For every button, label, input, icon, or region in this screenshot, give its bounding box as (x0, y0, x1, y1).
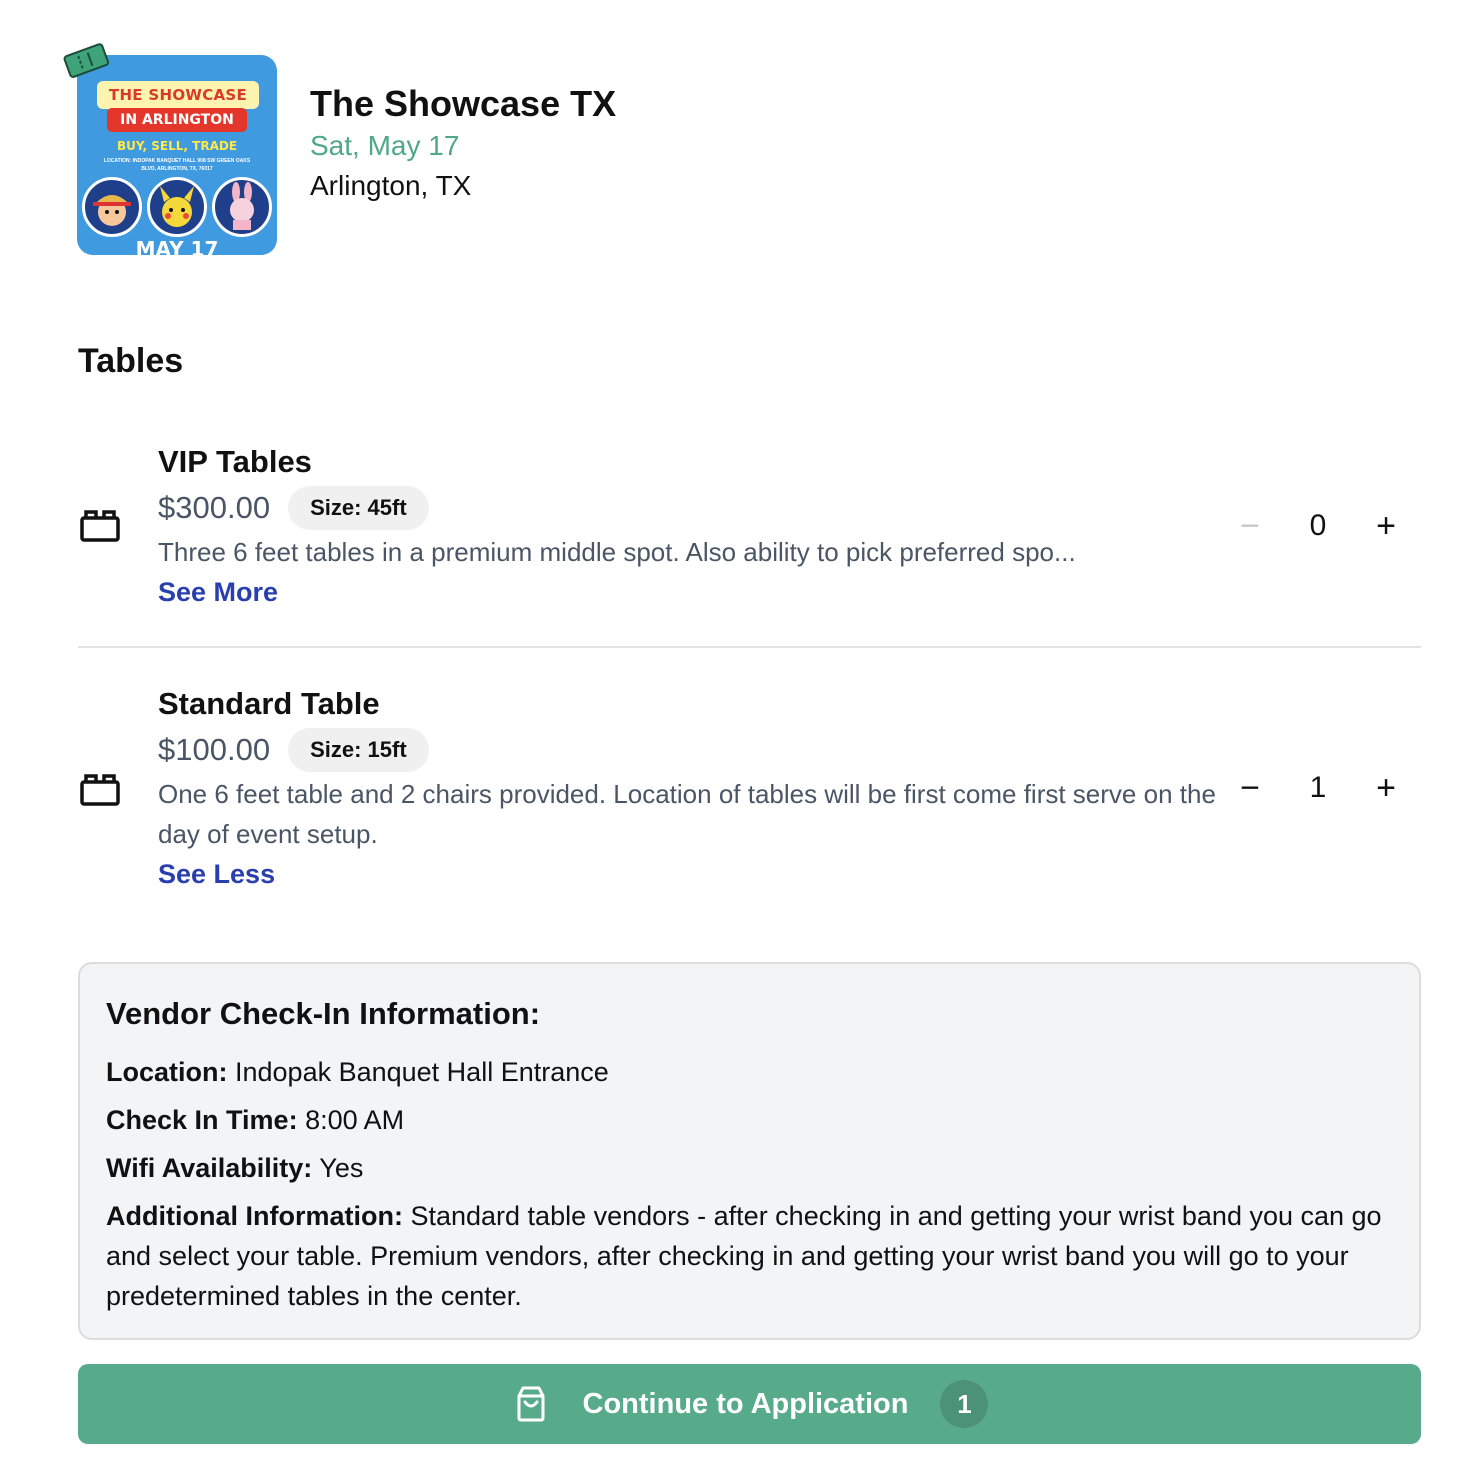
quantity-value: 0 (1309, 509, 1327, 542)
checkin-time: Check In Time: 8:00 AM (106, 1100, 1393, 1140)
decrement-button[interactable]: − (1233, 506, 1267, 546)
checkin-title: Vendor Check-In Information: (106, 996, 541, 1031)
event-info: The Showcase TX Sat, May 17 Arlington, T… (310, 82, 616, 206)
event-header: THE SHOWCASE IN ARLINGTON BUY, SELL, TRA… (60, 40, 616, 260)
continue-label: Continue to Application (582, 1387, 909, 1420)
checkin-wifi-label: Wifi Availability: (106, 1153, 313, 1183)
checkin-location: Location: Indopak Banquet Hall Entrance (106, 1052, 1393, 1092)
quantity-stepper: − 1 + (1233, 768, 1403, 808)
increment-button[interactable]: + (1369, 768, 1403, 808)
poster-address: LOCATION: INDOPAK BANQUET HALL 908 SW GR… (103, 158, 251, 172)
poster-title-line1: THE SHOWCASE (97, 81, 259, 109)
vendor-checkin-info: Vendor Check-In Information: Location: I… (78, 962, 1421, 1340)
ticket-description: Three 6 feet tables in a premium middle … (158, 537, 1076, 567)
continue-to-application-button[interactable]: Continue to Application 1 (78, 1364, 1421, 1444)
poster-character-2 (147, 177, 207, 237)
checkin-location-label: Location: (106, 1057, 228, 1087)
price-row: $300.00 Size: 45ft (158, 486, 1228, 530)
poster-character-1 (82, 177, 142, 237)
poster-character-3 (212, 177, 272, 237)
see-less-link[interactable]: See Less (158, 854, 1228, 894)
price-row: $100.00 Size: 15ft (158, 728, 1228, 772)
checkin-wifi-value: Yes (312, 1153, 364, 1183)
checkin-location-value: Indopak Banquet Hall Entrance (227, 1057, 609, 1087)
section-title: Tables (78, 342, 184, 380)
size-badge: Size: 45ft (288, 486, 429, 530)
shopping-bag-icon (517, 1386, 545, 1422)
ticket-price: $100.00 (158, 732, 271, 767)
event-location: Arlington, TX (310, 170, 472, 201)
decrement-button[interactable]: − (1233, 768, 1267, 808)
ticket-price: $300.00 (158, 490, 271, 525)
checkin-time-value: 8:00 AM (297, 1105, 405, 1135)
ticket-details: VIP Tables $300.00 Size: 45ft Three 6 fe… (158, 440, 1228, 612)
checkin-additional-label: Additional Information: (106, 1201, 403, 1231)
see-more-link[interactable]: See More (158, 572, 1228, 612)
ticket-name: Standard Table (158, 686, 380, 721)
ticket-row-standard: Standard Table $100.00 Size: 15ft One 6 … (78, 682, 1421, 912)
table-icon (80, 510, 120, 542)
table-icon (80, 774, 120, 806)
event-poster: THE SHOWCASE IN ARLINGTON BUY, SELL, TRA… (60, 40, 280, 260)
poster-date: MAY 17 (135, 237, 219, 255)
event-date: Sat, May 17 (310, 130, 460, 161)
cart-count-badge: 1 (940, 1380, 989, 1428)
quantity-stepper: − 0 + (1233, 506, 1403, 546)
checkin-time-label: Check In Time: (106, 1105, 298, 1135)
ticket-sticker-icon (63, 43, 109, 78)
quantity-value: 1 (1309, 771, 1327, 804)
size-badge: Size: 15ft (288, 728, 429, 772)
event-title: The Showcase TX (310, 83, 617, 124)
checkin-additional: Additional Information: Standard table v… (106, 1196, 1393, 1316)
ticket-row-vip: VIP Tables $300.00 Size: 45ft Three 6 fe… (78, 440, 1421, 648)
ticket-name: VIP Tables (158, 444, 312, 479)
increment-button[interactable]: + (1369, 506, 1403, 546)
checkin-wifi: Wifi Availability: Yes (106, 1148, 1393, 1188)
poster-image: THE SHOWCASE IN ARLINGTON BUY, SELL, TRA… (77, 55, 277, 255)
poster-tagline: BUY, SELL, TRADE (116, 139, 238, 153)
ticket-description: One 6 feet table and 2 chairs provided. … (158, 779, 1216, 849)
ticket-details: Standard Table $100.00 Size: 15ft One 6 … (158, 682, 1228, 894)
poster-title-line2: IN ARLINGTON (107, 108, 247, 132)
